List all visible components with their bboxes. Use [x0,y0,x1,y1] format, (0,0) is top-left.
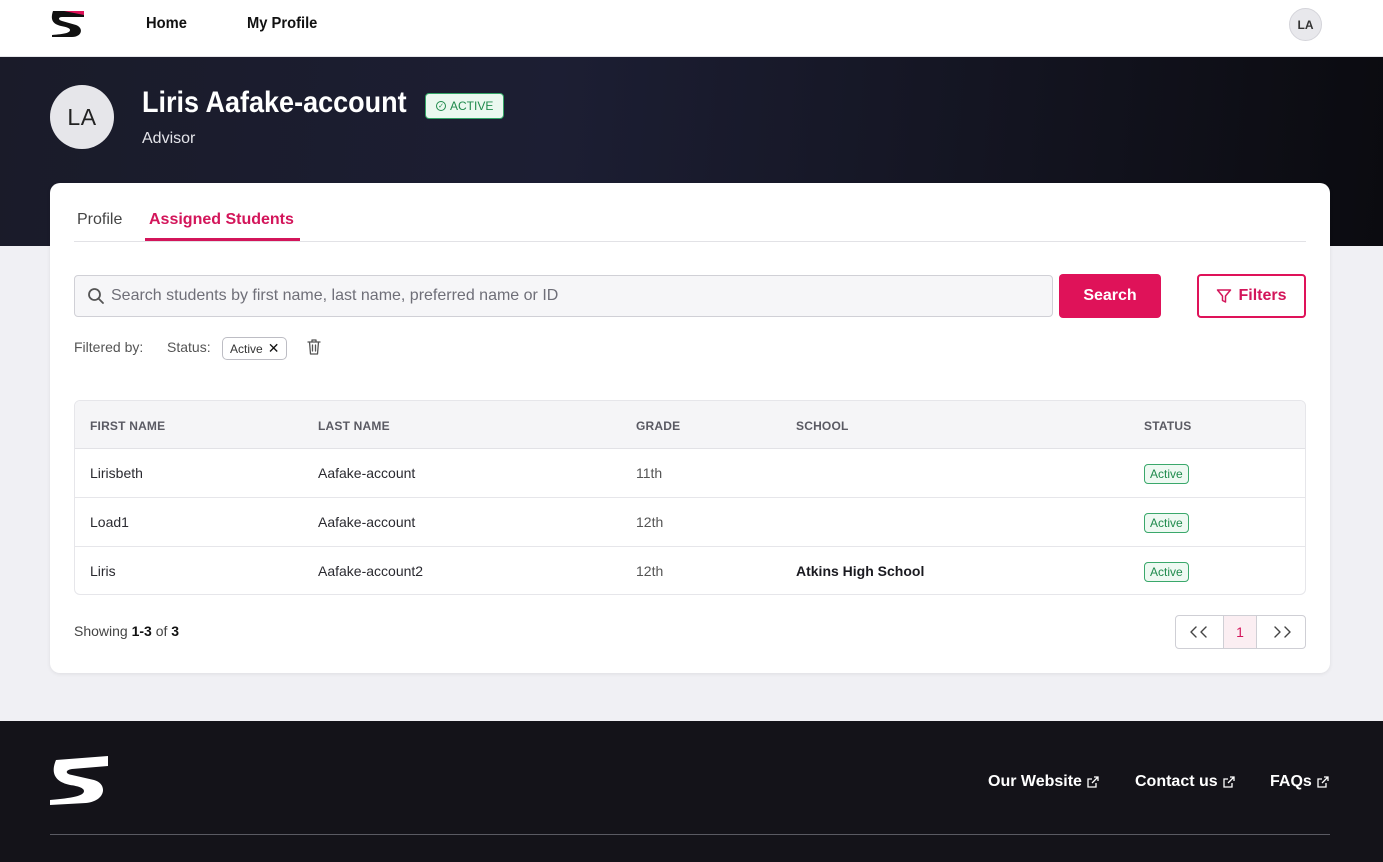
cell-first-name: Load1 [90,514,129,530]
filter-chip-value: Active [230,341,263,356]
showing-range: 1-3 [131,623,152,639]
cell-last-name: Aafake-account [318,514,416,530]
cell-grade: 11th [636,465,663,481]
filter-status-label: Status: [167,339,211,355]
active-tab-indicator [145,238,300,241]
site-footer: Our Website Contact us FAQs [0,721,1383,862]
table-row[interactable]: Load1 Aafake-account 12th Active [75,498,1305,547]
tab-profile[interactable]: Profile [77,211,122,229]
top-nav: Home My Profile LA [0,0,1383,57]
cell-first-name: Liris [90,563,116,579]
double-chevron-left-icon [1189,626,1207,638]
footer-link-label: Our Website [988,773,1082,790]
first-page-button[interactable] [1176,616,1224,648]
filters-button[interactable]: Filters [1197,274,1306,318]
tab-assigned-students[interactable]: Assigned Students [149,211,294,229]
page-number-button[interactable]: 1 [1224,616,1257,648]
profile-status-text: ACTIVE [450,99,494,113]
student-search-box [74,275,1053,317]
check-circle-icon: ✓ [436,101,446,111]
profile-avatar: LA [50,85,114,149]
filtered-by-label: Filtered by: [74,339,144,355]
search-button[interactable]: Search [1059,274,1161,318]
profile-tabs: Profile Assigned Students [74,183,1306,242]
cell-school: Atkins High School [796,563,925,579]
showing-total: 3 [171,623,180,639]
footer-link-label: FAQs [1270,773,1312,790]
pagination: 1 [1175,615,1306,649]
showing-prefix: Showing [74,623,128,639]
footer-logo-icon[interactable] [50,756,110,805]
assigned-students-card: Profile Assigned Students Search Filters… [50,183,1330,673]
filter-funnel-icon [1217,289,1232,303]
status-badge: Active [1144,464,1189,484]
column-header-grade: GRADE [636,419,681,433]
status-badge: Active [1144,513,1189,533]
clear-filters-trash-icon[interactable] [306,338,322,356]
remove-filter-close-icon[interactable]: ✕ [268,340,280,357]
footer-link-faqs[interactable]: FAQs [1270,773,1329,791]
nav-my-profile-link[interactable]: My Profile [247,15,317,33]
footer-divider [50,834,1330,835]
cell-grade: 12th [636,514,664,530]
search-icon [88,288,104,304]
results-count: Showing 1-3 of 3 [74,623,179,639]
last-page-button[interactable] [1257,616,1305,648]
user-avatar-button[interactable]: LA [1289,8,1322,41]
footer-link-our-website[interactable]: Our Website [988,773,1099,791]
filters-button-label: Filters [1238,287,1287,304]
column-header-status: STATUS [1144,419,1192,433]
column-header-last-name: LAST NAME [318,419,390,433]
cell-last-name: Aafake-account [318,465,416,481]
student-search-input[interactable] [111,277,1041,315]
table-row[interactable]: Liris Aafake-account2 12th Atkins High S… [75,547,1305,594]
footer-link-contact-us[interactable]: Contact us [1135,773,1235,791]
students-table: FIRST NAME LAST NAME GRADE SCHOOL STATUS… [74,400,1306,595]
profile-role: Advisor [142,130,196,147]
profile-status-badge: ✓ ACTIVE [425,93,505,119]
column-header-school: SCHOOL [796,419,849,433]
cell-last-name: Aafake-account2 [318,563,424,579]
external-link-icon [1317,776,1329,788]
external-link-icon [1087,776,1099,788]
showing-of: of [155,623,168,639]
filter-chip-status: Active ✕ [222,337,288,360]
column-header-first-name: FIRST NAME [90,419,166,433]
status-badge: Active [1144,562,1189,582]
brand-logo-icon[interactable] [50,9,86,39]
footer-link-label: Contact us [1135,773,1218,790]
active-filters: Filtered by: Status: Active ✕ [74,336,474,360]
table-header: FIRST NAME LAST NAME GRADE SCHOOL STATUS [75,401,1305,449]
external-link-icon [1223,776,1235,788]
nav-home-link[interactable]: Home [146,15,187,33]
cell-grade: 12th [636,563,664,579]
double-chevron-right-icon [1274,626,1291,638]
profile-name: Liris Aafake-account [142,86,407,119]
cell-first-name: Lirisbeth [90,465,143,481]
table-row[interactable]: Lirisbeth Aafake-account 11th Active [75,449,1305,498]
